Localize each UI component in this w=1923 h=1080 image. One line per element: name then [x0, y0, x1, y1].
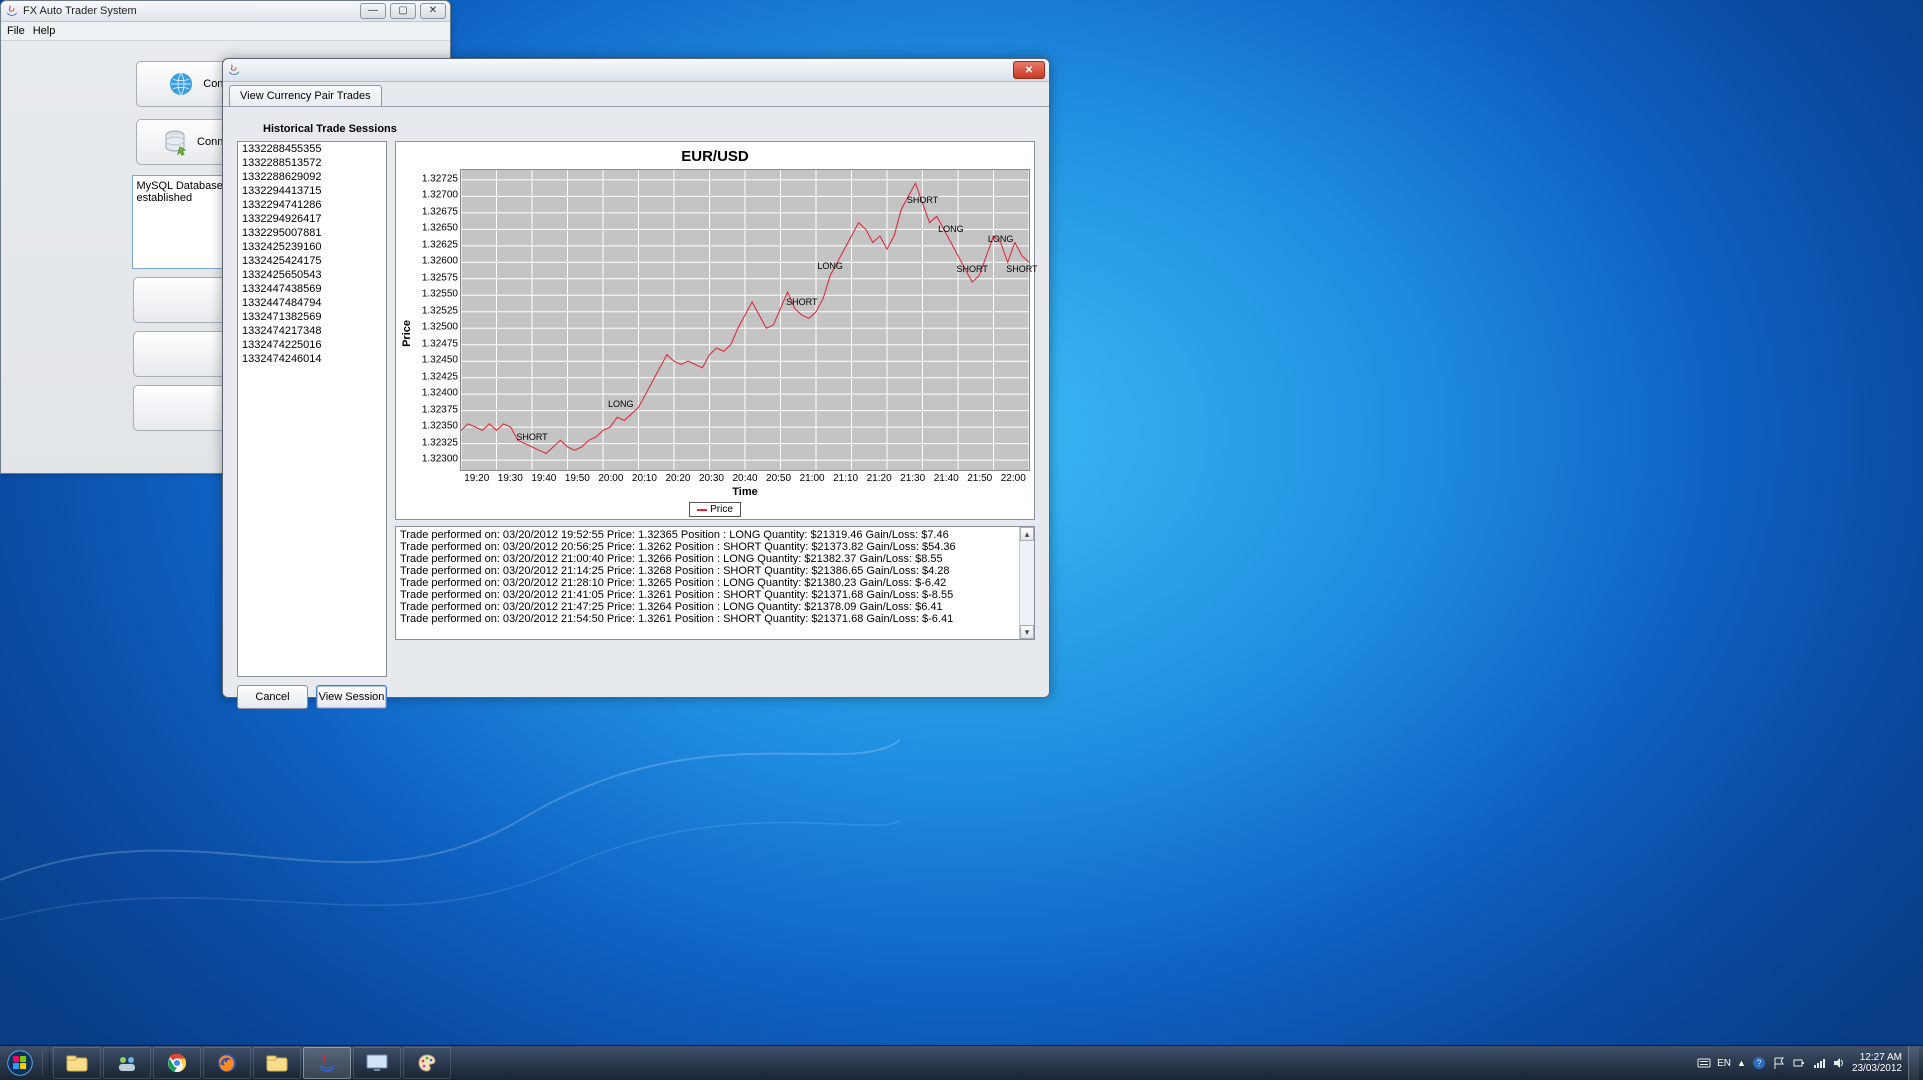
main-titlebar[interactable]: FX Auto Trader System — ▢ ✕ — [1, 1, 450, 22]
taskbar-monitor[interactable] — [353, 1047, 401, 1079]
legend-swatch — [697, 509, 707, 511]
session-item[interactable]: 1332294741286 — [238, 198, 386, 212]
session-item[interactable]: 1332425239160 — [238, 240, 386, 254]
taskbar: EN ▲ ? 12:27 AM 23/03/2012 — [0, 1045, 1923, 1080]
tray-volume-icon[interactable] — [1832, 1056, 1846, 1070]
log-line: Trade performed on: 03/20/2012 21:41:05 … — [400, 589, 1015, 601]
tray-time: 12:27 AM — [1852, 1052, 1902, 1063]
chart-annotation: LONG — [817, 261, 843, 271]
session-item[interactable]: 1332425650543 — [238, 268, 386, 282]
cancel-button[interactable]: Cancel — [237, 685, 308, 709]
dialog-close-button[interactable]: ✕ — [1013, 61, 1045, 79]
taskbar-chrome[interactable] — [153, 1047, 201, 1079]
main-title: FX Auto Trader System — [23, 5, 360, 17]
taskbar-java-app[interactable] — [303, 1047, 351, 1079]
dialog-titlebar[interactable]: ✕ — [223, 59, 1049, 82]
chart-annotation: LONG — [608, 399, 634, 409]
tray-flag-icon[interactable] — [1772, 1056, 1786, 1070]
tab-view-trades[interactable]: View Currency Pair Trades — [229, 85, 382, 106]
chart-annotation: SHORT — [516, 432, 547, 442]
session-item[interactable]: 1332447438569 — [238, 282, 386, 296]
chart-plot-area: SHORTLONGSHORTLONGSHORTLONGSHORTLONGSHOR… — [460, 169, 1030, 471]
trades-dialog: ✕ View Currency Pair Trades Historical T… — [222, 58, 1050, 698]
start-button[interactable] — [0, 1046, 40, 1080]
cancel-label: Cancel — [255, 691, 289, 703]
log-line: Trade performed on: 03/20/2012 19:52:55 … — [400, 529, 1015, 541]
tray-help-icon[interactable]: ? — [1752, 1056, 1766, 1070]
database-icon — [161, 128, 189, 156]
tray-clock[interactable]: 12:27 AM 23/03/2012 — [1852, 1052, 1902, 1074]
log-line: Trade performed on: 03/20/2012 20:56:25 … — [400, 541, 1015, 553]
chart-annotation: SHORT — [957, 264, 988, 274]
taskbar-explorer[interactable] — [53, 1047, 101, 1079]
close-button[interactable]: ✕ — [420, 3, 446, 19]
log-line: Trade performed on: 03/20/2012 21:14:25 … — [400, 565, 1015, 577]
session-item[interactable]: 1332294413715 — [238, 184, 386, 198]
session-item[interactable]: 1332295007881 — [238, 226, 386, 240]
maximize-button[interactable]: ▢ — [390, 3, 416, 19]
chart-yticks: 1.323001.323251.323501.323751.324001.324… — [414, 169, 460, 469]
session-list[interactable]: 1332288455355133228851357213322886290921… — [237, 141, 387, 677]
taskbar-people[interactable] — [103, 1047, 151, 1079]
taskbar-folder[interactable] — [253, 1047, 301, 1079]
menu-help[interactable]: Help — [33, 25, 56, 37]
tray-keyboard-icon[interactable] — [1697, 1056, 1711, 1070]
chart-xticks: 19:2019:3019:4019:5020:0020:1020:2020:30… — [460, 473, 1030, 484]
scroll-up-icon[interactable]: ▴ — [1020, 527, 1034, 541]
log-line: Trade performed on: 03/20/2012 21:54:50 … — [400, 613, 1015, 625]
tray-network-icon[interactable] — [1812, 1056, 1826, 1070]
session-item[interactable]: 1332474246014 — [238, 352, 386, 366]
log-line: Trade performed on: 03/20/2012 21:47:25 … — [400, 601, 1015, 613]
chart-annotation: SHORT — [907, 195, 938, 205]
chart-title: EUR/USD — [400, 148, 1030, 165]
tray-power-icon[interactable] — [1792, 1056, 1806, 1070]
scroll-down-icon[interactable]: ▾ — [1020, 625, 1034, 639]
session-item[interactable]: 1332474225016 — [238, 338, 386, 352]
sessions-heading: Historical Trade Sessions — [263, 123, 1035, 135]
session-item[interactable]: 1332471382569 — [238, 310, 386, 324]
chart-legend: Price — [689, 502, 741, 517]
java-icon — [227, 63, 241, 77]
tray-date: 23/03/2012 — [1852, 1063, 1902, 1074]
log-line: Trade performed on: 03/20/2012 21:28:10 … — [400, 577, 1015, 589]
session-item[interactable]: 1332447484794 — [238, 296, 386, 310]
log-scrollbar[interactable]: ▴ ▾ — [1019, 527, 1034, 639]
tray-lang[interactable]: EN — [1717, 1058, 1731, 1069]
session-item[interactable]: 1332288455355 — [238, 142, 386, 156]
chart-annotation: SHORT — [786, 297, 817, 307]
system-tray: EN ▲ ? 12:27 AM 23/03/2012 — [1697, 1046, 1923, 1080]
chart-panel: EUR/USD Price 1.323001.323251.323501.323… — [395, 141, 1035, 520]
minimize-button[interactable]: — — [360, 3, 386, 19]
session-item[interactable]: 1332288629092 — [238, 170, 386, 184]
show-desktop-button[interactable] — [1908, 1046, 1919, 1080]
session-item[interactable]: 1332474217348 — [238, 324, 386, 338]
chart-ylabel: Price — [400, 169, 414, 498]
chart-annotation: SHORT — [1006, 264, 1037, 274]
tab-label: View Currency Pair Trades — [240, 90, 371, 102]
svg-text:?: ? — [1756, 1058, 1761, 1068]
chart-annotation: LONG — [938, 224, 964, 234]
taskbar-paint[interactable] — [403, 1047, 451, 1079]
globe-icon — [167, 70, 195, 98]
menu-file[interactable]: File — [7, 25, 25, 37]
chart-annotation: LONG — [988, 234, 1014, 244]
legend-label: Price — [710, 504, 733, 515]
view-session-button[interactable]: View Session — [316, 685, 387, 709]
java-icon — [5, 4, 19, 18]
tray-chevron-up-icon[interactable]: ▲ — [1737, 1058, 1746, 1068]
session-item[interactable]: 1332294926417 — [238, 212, 386, 226]
trade-log-text[interactable]: Trade performed on: 03/20/2012 19:52:55 … — [396, 527, 1019, 639]
session-item[interactable]: 1332288513572 — [238, 156, 386, 170]
menu-bar: File Help — [1, 22, 450, 41]
chart-xlabel: Time — [460, 486, 1030, 498]
taskbar-firefox[interactable] — [203, 1047, 251, 1079]
session-item[interactable]: 1332425424175 — [238, 254, 386, 268]
trade-log: Trade performed on: 03/20/2012 19:52:55 … — [395, 526, 1035, 640]
log-line: Trade performed on: 03/20/2012 21:00:40 … — [400, 553, 1015, 565]
view-session-label: View Session — [319, 691, 385, 703]
tab-strip: View Currency Pair Trades — [223, 82, 1049, 107]
